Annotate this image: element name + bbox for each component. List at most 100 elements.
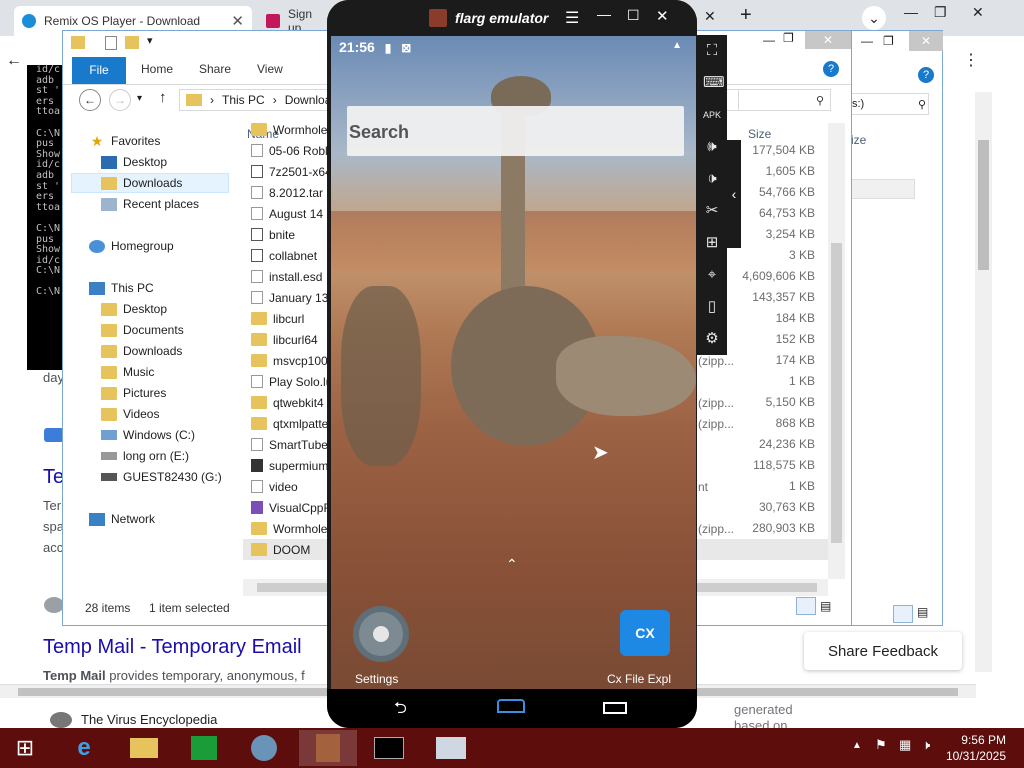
- taskbar-cmd[interactable]: [360, 730, 418, 766]
- volume-up-icon[interactable]: 🕪: [703, 138, 721, 156]
- app-label-settings[interactable]: Settings: [355, 672, 398, 686]
- nav-documents[interactable]: Documents: [101, 320, 184, 340]
- back-icon[interactable]: ←: [79, 89, 101, 111]
- taskbar-store[interactable]: [175, 730, 233, 766]
- new-folder-icon[interactable]: [125, 36, 139, 49]
- nav-homegroup[interactable]: Homegroup: [89, 236, 174, 256]
- nav-drive-e[interactable]: long orn (E:): [101, 446, 189, 466]
- large-icons-view-icon[interactable]: ▤: [820, 599, 836, 615]
- breadcrumb-downloads[interactable]: Downloa: [285, 93, 332, 107]
- tab-view[interactable]: View: [257, 62, 283, 76]
- back-icon[interactable]: ←: [6, 52, 22, 70]
- fullscreen-icon[interactable]: ⛶: [703, 42, 721, 60]
- large-icons-view-icon[interactable]: ▤: [917, 605, 933, 621]
- taskbar-explorer[interactable]: [115, 730, 173, 766]
- close-tab-icon[interactable]: ✕: [704, 8, 716, 25]
- shake-icon[interactable]: ▯: [703, 298, 721, 316]
- close-icon[interactable]: ✕: [656, 7, 669, 25]
- collapse-toolbar-icon[interactable]: ‹: [727, 140, 741, 248]
- up-icon[interactable]: ↑: [159, 89, 167, 106]
- menu-icon[interactable]: ☰: [565, 8, 579, 28]
- volume-icon[interactable]: 🕨: [922, 737, 930, 753]
- nav-desktop[interactable]: Desktop: [101, 152, 167, 172]
- list-item[interactable]: install.esd: [251, 266, 322, 287]
- minimize-icon[interactable]: —: [904, 4, 918, 20]
- maximize-icon[interactable]: ❐: [883, 34, 894, 48]
- nav-favorites[interactable]: ★ Favorites: [89, 131, 161, 151]
- app-drawer-arrow-icon[interactable]: ⌃: [506, 556, 518, 573]
- new-tab-icon[interactable]: +: [740, 4, 752, 27]
- list-item[interactable]: VisualCppR: [251, 497, 332, 518]
- file-list-scrollbar[interactable]: [828, 123, 845, 579]
- apk-install-icon[interactable]: APK: [703, 106, 721, 124]
- result-title[interactable]: The Virus Encyclopedia: [81, 712, 217, 727]
- list-item[interactable]: 8.2012.tar: [251, 182, 323, 203]
- close-window-icon[interactable]: ✕: [909, 31, 943, 51]
- recent-apps-icon[interactable]: [603, 702, 627, 714]
- multi-instance-icon[interactable]: ⊞: [703, 234, 721, 252]
- close-window-icon[interactable]: ✕: [805, 31, 851, 49]
- properties-icon[interactable]: [105, 36, 117, 50]
- taskbar-chrome[interactable]: [235, 730, 293, 766]
- maximize-icon[interactable]: ☐: [627, 7, 640, 24]
- recent-locations-icon[interactable]: ▾: [137, 93, 142, 104]
- menu-icon[interactable]: ⋮: [963, 50, 979, 70]
- list-item[interactable]: collabnet: [251, 245, 317, 266]
- list-item[interactable]: Play Solo.lu: [251, 371, 332, 392]
- settings-app-icon[interactable]: [353, 606, 409, 662]
- keyboard-icon[interactable]: ⌨: [703, 74, 725, 92]
- list-item[interactable]: Wormhole: [251, 119, 327, 140]
- settings-icon[interactable]: ⚙: [703, 330, 721, 348]
- list-item[interactable]: supermium: [251, 455, 328, 476]
- tab-home[interactable]: Home: [141, 62, 173, 76]
- list-item[interactable]: msvcp100: [251, 350, 328, 371]
- list-item[interactable]: 7z2501-x64: [251, 161, 332, 182]
- location-icon[interactable]: ⌖: [703, 266, 721, 284]
- nav-drive-g[interactable]: GUEST82430 (G:): [101, 467, 222, 487]
- list-item[interactable]: January 13: [251, 287, 328, 308]
- minimize-icon[interactable]: —: [861, 34, 873, 48]
- nav-pc-downloads[interactable]: Downloads: [101, 341, 182, 361]
- search-box[interactable]: s:) ⚲: [849, 93, 929, 115]
- search-input[interactable]: Search: [347, 106, 684, 156]
- system-clock[interactable]: 9:56 PM 10/31/2025: [946, 732, 1006, 764]
- nav-network[interactable]: Network: [89, 509, 155, 529]
- cx-file-explorer-icon[interactable]: CX: [620, 610, 670, 656]
- volume-down-icon[interactable]: 🕩: [703, 170, 721, 188]
- details-view-icon[interactable]: [796, 597, 816, 615]
- list-item[interactable]: Wormhole: [251, 518, 327, 539]
- network-tray-icon[interactable]: ▦: [899, 737, 911, 753]
- tab-share[interactable]: Share: [199, 62, 231, 76]
- list-item[interactable]: 05-06 Roblo: [251, 140, 334, 161]
- tab-file[interactable]: File: [72, 57, 126, 84]
- close-tab-icon[interactable]: ✕: [231, 12, 244, 30]
- list-item[interactable]: video: [251, 476, 298, 497]
- list-item[interactable]: libcurl64: [251, 329, 318, 350]
- list-item[interactable]: August 14 (: [251, 203, 330, 224]
- column-header[interactable]: ize: [851, 133, 866, 147]
- page-scrollbar[interactable]: [975, 92, 992, 672]
- app-label-cx-file-explorer[interactable]: Cx File Expl: [607, 672, 671, 686]
- result-link[interactable]: Te: [43, 466, 64, 489]
- home-icon[interactable]: [497, 699, 525, 713]
- screenshot-icon[interactable]: ✂: [703, 202, 721, 220]
- command-prompt-window[interactable]: id/c adb st ' ers ttoa C:\N pus Show id/c adb s…: [27, 45, 67, 370]
- taskbar-emulator[interactable]: [299, 730, 357, 766]
- taskbar-perf[interactable]: [422, 730, 480, 766]
- close-window-icon[interactable]: ✕: [972, 4, 984, 21]
- show-hidden-icons-icon[interactable]: ▲: [852, 740, 862, 751]
- list-item[interactable]: qtwebkit4: [251, 392, 324, 413]
- back-icon[interactable]: ⮌: [394, 697, 407, 724]
- forward-icon[interactable]: →: [109, 89, 131, 111]
- tab-search-icon[interactable]: ⌄: [862, 6, 886, 30]
- nav-downloads[interactable]: Downloads: [71, 173, 229, 193]
- nav-recent-places[interactable]: Recent places: [101, 194, 199, 214]
- help-icon[interactable]: ?: [823, 61, 839, 77]
- list-item[interactable]: qtxmlpatter: [251, 413, 332, 434]
- details-view-icon[interactable]: [893, 605, 913, 623]
- nav-pc-desktop[interactable]: Desktop: [101, 299, 167, 319]
- nav-pictures[interactable]: Pictures: [101, 383, 166, 403]
- nav-music[interactable]: Music: [101, 362, 154, 382]
- minimize-icon[interactable]: —: [763, 33, 775, 47]
- breadcrumb-this-pc[interactable]: This PC: [222, 93, 265, 107]
